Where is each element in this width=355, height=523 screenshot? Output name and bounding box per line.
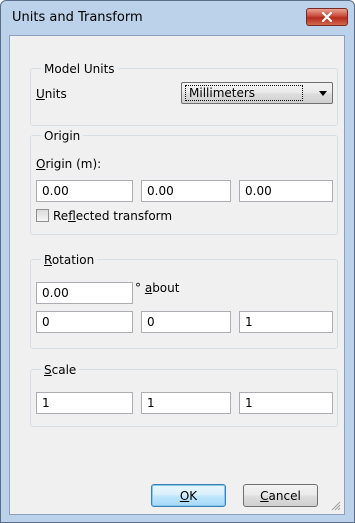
dialog-window: Units and Transform Model Units Units Mi… [0,0,355,523]
rotation-angle-input[interactable] [36,282,133,304]
scale-y-input[interactable] [141,392,231,414]
origin-group: Origin Origin (m): Reflected transform [30,128,338,235]
reflected-transform-checkbox[interactable] [36,209,49,222]
rotation-group: Rotation ° about [30,252,338,349]
about-label: ° about [135,281,180,295]
scale-group-title: Scale [41,362,80,378]
close-icon [322,12,332,22]
resize-grip-icon[interactable] [330,500,341,511]
dialog-client-area: Model Units Units Millimeters Origin Ori… [9,35,345,515]
model-units-group-title: Model Units [41,61,118,77]
title-bar[interactable]: Units and Transform [1,1,354,35]
scale-group: Scale [30,362,338,427]
chevron-down-icon [319,91,327,96]
origin-group-title: Origin [41,128,84,144]
cancel-button[interactable]: Cancel [243,484,318,507]
rotation-axis-y-input[interactable] [141,311,231,333]
ok-button[interactable]: OK [151,484,226,507]
origin-label: Origin (m): [36,157,102,171]
window-title: Units and Transform [12,10,143,25]
close-button[interactable] [306,8,348,26]
rotation-axis-z-input[interactable] [239,311,333,333]
scale-z-input[interactable] [239,392,333,414]
origin-y-input[interactable] [141,180,231,202]
rotation-axis-x-input[interactable] [36,311,133,333]
units-dropdown[interactable]: Millimeters [181,82,333,104]
origin-z-input[interactable] [239,180,333,202]
rotation-group-title: Rotation [41,252,98,268]
reflected-transform-label: Reflected transform [53,209,173,223]
scale-x-input[interactable] [36,392,133,414]
units-label: Units [36,87,67,101]
model-units-group: Model Units Units Millimeters [30,61,338,126]
units-selected-value: Millimeters [185,85,303,101]
origin-x-input[interactable] [36,180,133,202]
